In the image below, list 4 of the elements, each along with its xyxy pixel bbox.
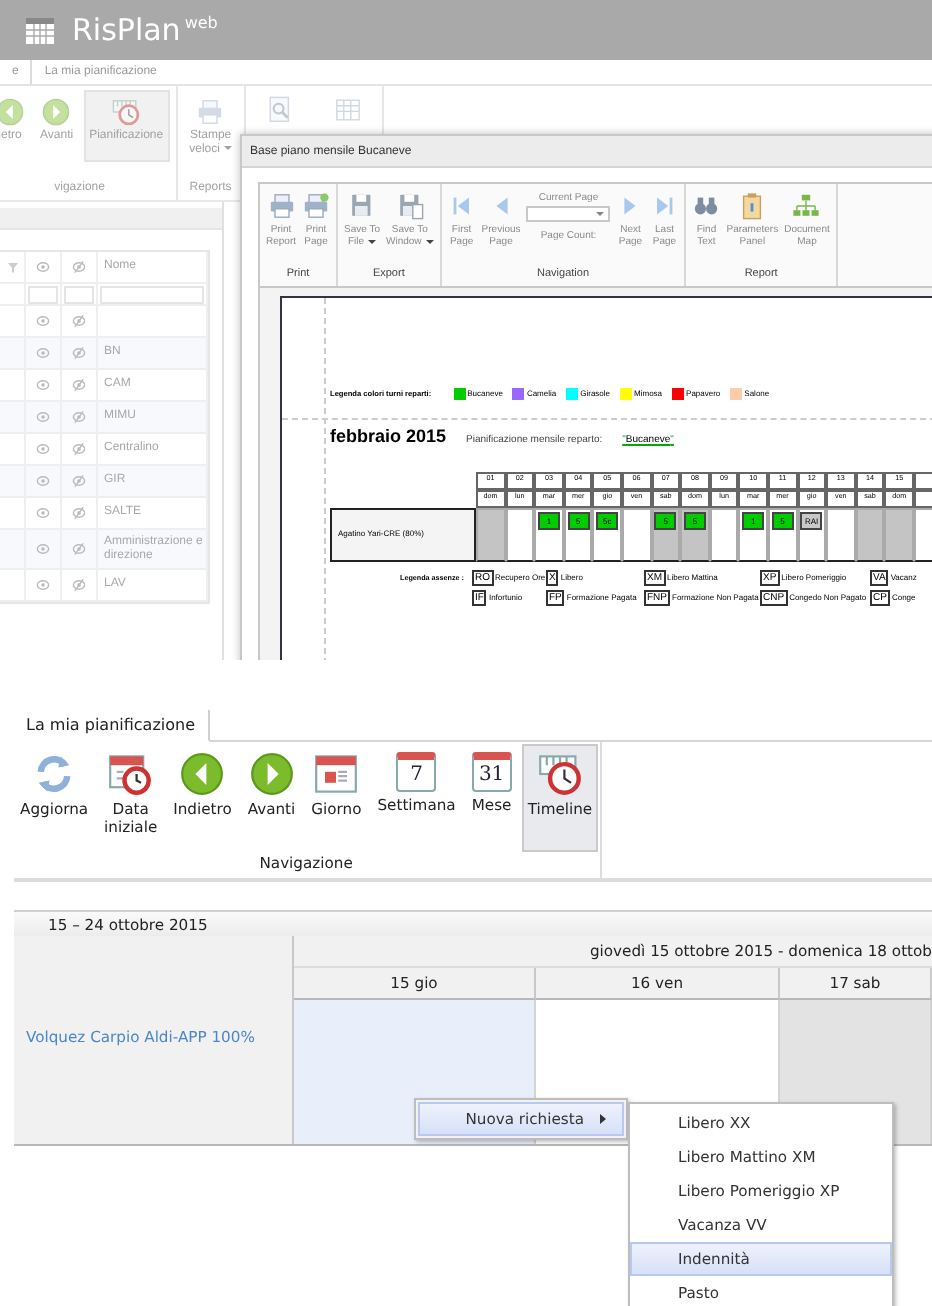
calendar-icon: 7 [396,752,437,792]
calendar-icon: 31 [471,752,512,792]
app-title: RisPlan$^{web}$ [72,12,218,48]
month-title: febbraio 2015 [330,428,447,448]
